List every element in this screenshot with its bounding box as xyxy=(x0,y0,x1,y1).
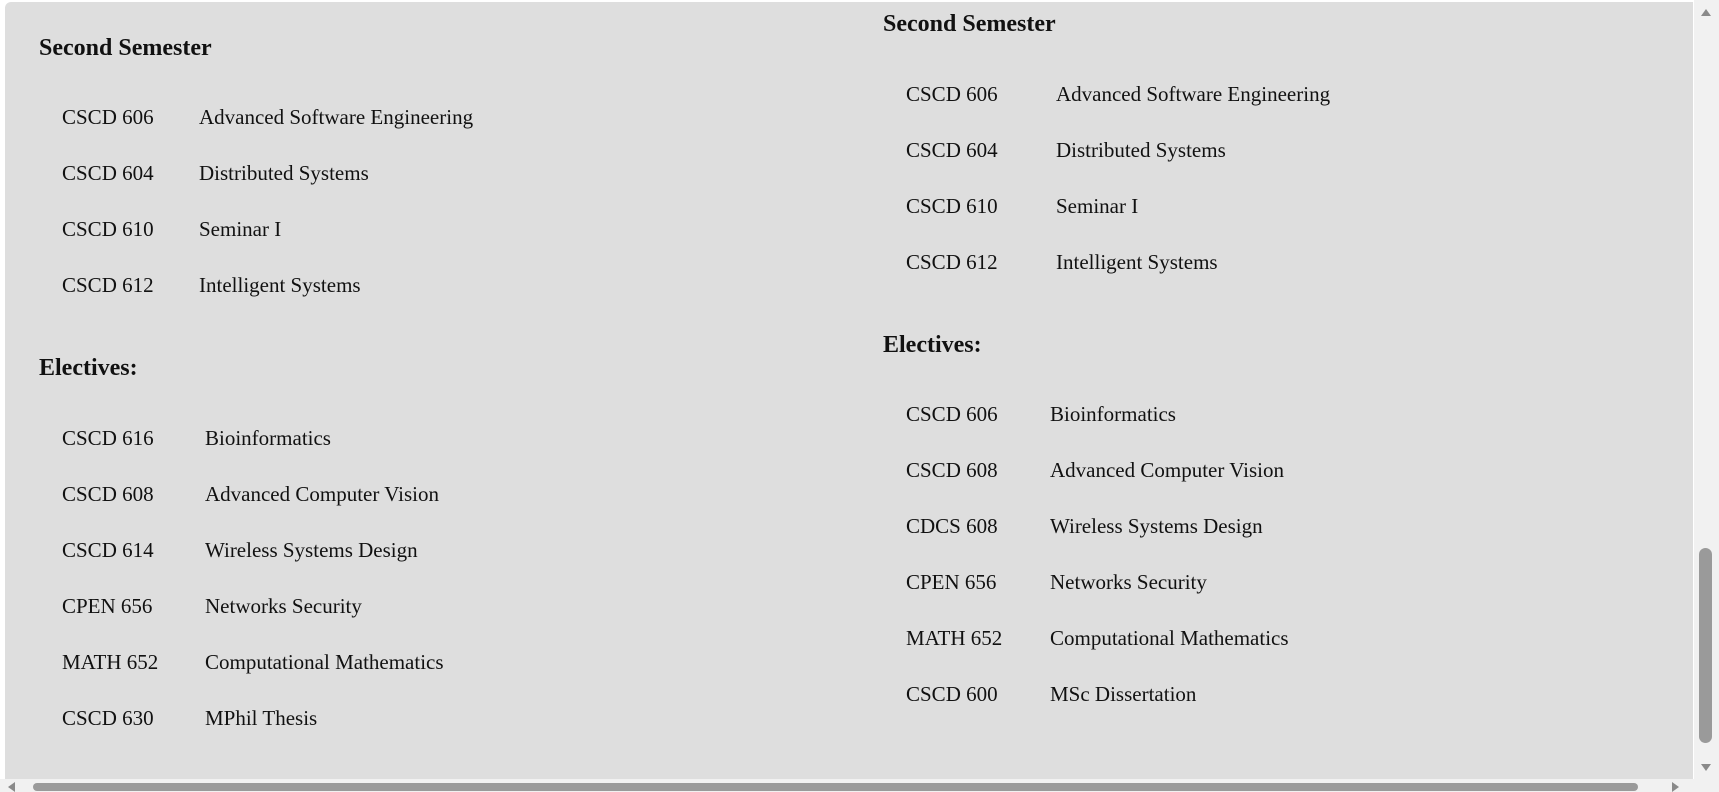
course-title: Networks Security xyxy=(1050,570,1207,594)
course-code: CSCD 608 xyxy=(62,482,154,506)
course-title: Distributed Systems xyxy=(1056,138,1226,162)
course-title: Bioinformatics xyxy=(205,426,331,450)
course-title: Computational Mathematics xyxy=(205,650,444,674)
course-code: CSCD 606 xyxy=(62,105,154,129)
electives-heading: Electives: xyxy=(883,332,982,358)
course-title: Distributed Systems xyxy=(199,161,369,185)
course-title: Advanced Software Engineering xyxy=(1056,82,1331,106)
course-title: Intelligent Systems xyxy=(1056,250,1218,274)
course-title: Computational Mathematics xyxy=(1050,626,1289,650)
course-code: MATH 652 xyxy=(62,650,159,674)
course-code: CSCD 610 xyxy=(62,217,154,241)
course-title: Intelligent Systems xyxy=(199,273,361,297)
course-code: CSCD 614 xyxy=(62,538,154,562)
course-title: Networks Security xyxy=(205,594,362,618)
arrow-right-icon[interactable] xyxy=(1672,782,1679,792)
second-semester-heading: Second Semester xyxy=(883,11,1056,37)
course-title: MPhil Thesis xyxy=(205,706,318,730)
course-title: Wireless Systems Design xyxy=(1050,514,1263,538)
arrow-up-icon[interactable] xyxy=(1701,9,1711,16)
course-title: Advanced Computer Vision xyxy=(1050,458,1284,482)
course-code: CSCD 630 xyxy=(62,706,154,730)
course-code: CSCD 612 xyxy=(906,250,998,274)
content-viewport: Second Semester CSCD 606 Advanced Softwa… xyxy=(5,2,1693,792)
course-title: Wireless Systems Design xyxy=(205,538,418,562)
arrow-left-icon[interactable] xyxy=(8,782,15,792)
vertical-scroll-thumb[interactable] xyxy=(1699,548,1712,743)
course-code: CSCD 600 xyxy=(906,682,998,706)
course-code: CSCD 606 xyxy=(906,82,998,106)
course-code: CSCD 610 xyxy=(906,194,998,218)
course-code: CPEN 656 xyxy=(906,570,997,594)
course-title: MSc Dissertation xyxy=(1050,682,1197,706)
horizontal-scroll-thumb[interactable] xyxy=(33,783,1638,791)
course-title: Advanced Computer Vision xyxy=(205,482,439,506)
course-title: Advanced Software Engineering xyxy=(199,105,474,129)
course-code: CSCD 604 xyxy=(906,138,998,162)
electives-heading: Electives: xyxy=(39,355,138,381)
course-code: CSCD 608 xyxy=(906,458,998,482)
course-code: CSCD 616 xyxy=(62,426,154,450)
horizontal-scrollbar[interactable] xyxy=(0,779,1694,792)
course-code: CPEN 656 xyxy=(62,594,153,618)
course-title: Bioinformatics xyxy=(1050,402,1176,426)
second-semester-heading: Second Semester xyxy=(39,35,212,61)
course-code: CDCS 608 xyxy=(906,514,998,538)
course-code: CSCD 612 xyxy=(62,273,154,297)
arrow-down-icon[interactable] xyxy=(1701,764,1711,771)
course-code: CSCD 606 xyxy=(906,402,998,426)
course-title: Seminar I xyxy=(199,217,282,241)
course-title: Seminar I xyxy=(1056,194,1139,218)
vertical-scrollbar[interactable] xyxy=(1694,0,1719,792)
course-code: MATH 652 xyxy=(906,626,1003,650)
course-code: CSCD 604 xyxy=(62,161,154,185)
